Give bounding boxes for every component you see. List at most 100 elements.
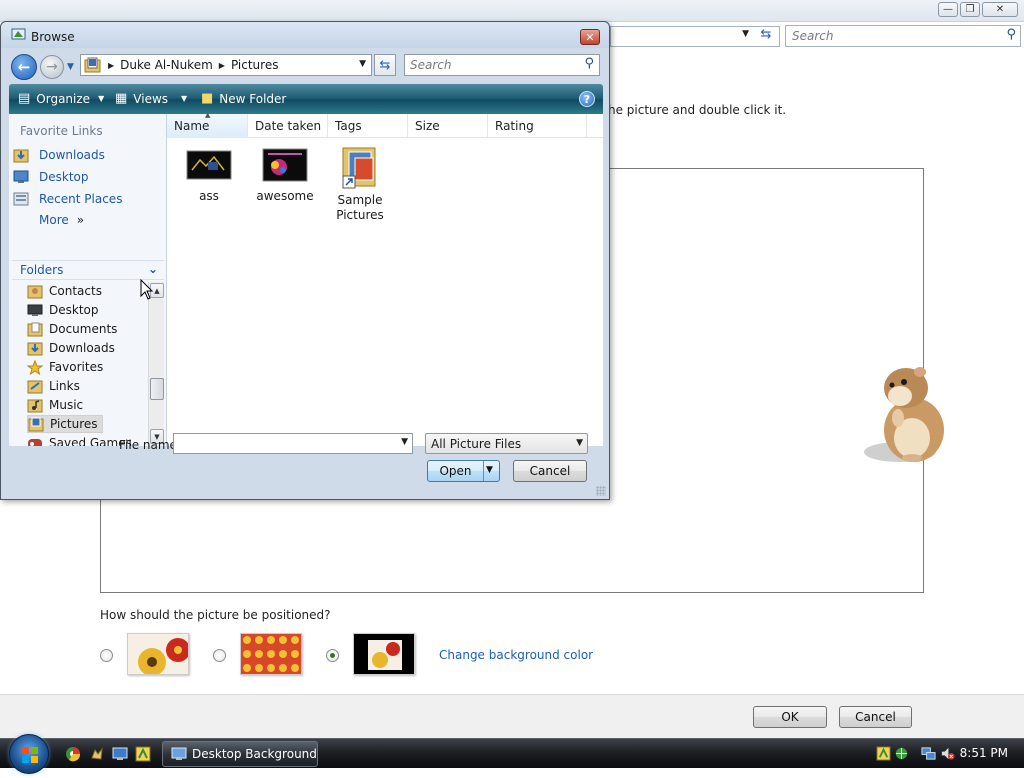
minimize-button[interactable]: — [938, 2, 958, 17]
chevron-down-icon: ▼ [98, 94, 105, 103]
help-icon[interactable]: ? [579, 91, 595, 107]
breadcrumb-user[interactable]: Duke Al-Nukem [120, 58, 213, 72]
folders-header[interactable]: Folders ⌄ [12, 260, 164, 280]
address-dropdown-icon[interactable]: ▼ [742, 29, 749, 39]
volume-muted-icon[interactable] [940, 746, 955, 761]
scrollbar-thumb[interactable] [150, 378, 164, 400]
chevron-down-icon: ▼ [181, 94, 188, 103]
position-center-radio[interactable] [326, 649, 339, 662]
column-label: Name [174, 119, 210, 133]
search-placeholder: Search [410, 58, 452, 72]
tree-item-desktop[interactable]: Desktop [27, 301, 103, 319]
new-folder-icon: ■ [201, 91, 214, 106]
cancel-button[interactable]: Cancel [839, 706, 912, 728]
documents-folder-icon [27, 322, 43, 336]
favorite-downloads[interactable]: Downloads [13, 147, 105, 163]
refresh-icon[interactable]: ⇆ [374, 54, 396, 76]
column-header-rating[interactable]: Rating [488, 114, 587, 138]
breadcrumb-separator-icon[interactable]: ▶ [219, 61, 225, 70]
restore-button[interactable]: ❐ [960, 2, 980, 17]
desktop-background-icon [171, 747, 187, 760]
browse-window-icon [11, 28, 26, 40]
search-icon[interactable]: ⚲ [584, 56, 594, 71]
position-fit-radio[interactable] [100, 649, 113, 662]
organize-menu[interactable]: ▤ Organize ▼ [18, 91, 104, 106]
system-clock[interactable]: 8:51 PM [960, 746, 1008, 760]
search-icon[interactable]: ⚲ [1006, 27, 1016, 42]
forward-arrow-icon[interactable]: → [40, 55, 64, 79]
folder-shortcut-icon [342, 147, 376, 189]
chevron-down-icon[interactable]: ▼ [401, 437, 408, 447]
favorite-desktop[interactable]: Desktop [13, 169, 89, 185]
tree-item-contacts[interactable]: Contacts [27, 282, 106, 300]
file-label: ass [199, 189, 219, 203]
tree-item-documents[interactable]: Documents [27, 320, 121, 338]
dialog-close-button[interactable]: ✕ [580, 29, 600, 45]
command-toolbar: ▤ Organize ▼ ▦ Views ▼ ■ New Folder ? [9, 84, 603, 114]
position-tile-thumbnail[interactable] [240, 633, 302, 675]
address-dropdown-icon[interactable]: ▼ [359, 59, 366, 69]
ok-button[interactable]: OK [753, 706, 827, 728]
file-item-sample-pictures[interactable]: Sample Pictures [327, 144, 393, 223]
taskbar-button-desktop-background[interactable]: Desktop Background [162, 741, 318, 767]
position-fit-thumbnail[interactable] [127, 633, 189, 675]
tree-item-downloads[interactable]: Downloads [27, 339, 119, 357]
chevron-down-icon[interactable]: ⌄ [148, 262, 158, 276]
tree-item-label: Links [49, 379, 80, 393]
change-background-color-link[interactable]: Change background color [439, 648, 593, 662]
search-input[interactable]: Search ⚲ [785, 25, 1021, 47]
views-menu[interactable]: ▦ Views ▼ [115, 91, 187, 106]
open-button[interactable]: Open ▼ [427, 460, 500, 482]
tree-item-label: Downloads [49, 341, 115, 355]
breadcrumb-pictures[interactable]: Pictures [231, 58, 279, 72]
folder-tree-scrollbar[interactable]: ▲ ▼ [148, 282, 164, 446]
tree-item-label: Desktop [49, 303, 99, 317]
gnome-icon[interactable] [89, 746, 105, 762]
tray-app-icon[interactable] [876, 746, 891, 761]
file-item-ass[interactable]: ass [176, 148, 242, 203]
show-desktop-icon[interactable] [112, 746, 128, 762]
favorite-more[interactable]: More » [39, 213, 84, 227]
column-header-tags[interactable]: Tags [328, 114, 408, 138]
search-input[interactable]: Search ⚲ [404, 54, 600, 76]
resize-grip-icon[interactable] [596, 486, 606, 496]
column-header-name[interactable]: ▲ Name [167, 111, 248, 138]
breadcrumb-separator-icon[interactable]: ▶ [108, 61, 114, 70]
favorite-label: More [39, 213, 69, 227]
file-name-input[interactable]: ▼ [173, 433, 413, 454]
dialog-cancel-button[interactable]: Cancel [513, 460, 587, 482]
browser-icon[interactable] [65, 746, 81, 762]
instruction-text: he picture and double click it. [608, 103, 787, 117]
back-arrow-icon[interactable]: ← [11, 54, 37, 80]
column-label: Tags [335, 119, 362, 133]
start-button[interactable] [9, 734, 49, 774]
tree-item-music[interactable]: Music [27, 396, 87, 414]
network-icon[interactable] [921, 746, 936, 761]
new-folder-button[interactable]: ■ New Folder [201, 91, 286, 106]
open-dropdown-icon[interactable]: ▼ [486, 465, 493, 475]
chevron-down-icon[interactable]: ▼ [576, 438, 583, 448]
file-type-select[interactable]: All Picture Files ▼ [425, 433, 588, 454]
close-button[interactable]: ✕ [982, 2, 1018, 17]
refresh-icon[interactable]: ⇆ [755, 27, 777, 46]
column-header-size[interactable]: Size [408, 114, 488, 138]
file-list-pane[interactable]: ▲ Name Date taken Tags Size Rating ass a… [167, 111, 603, 446]
pictures-folder-icon [84, 57, 101, 73]
file-item-awesome[interactable]: awesome [252, 148, 318, 203]
views-icon: ▦ [115, 91, 128, 106]
tree-item-links[interactable]: Links [27, 377, 84, 395]
organize-icon: ▤ [18, 91, 31, 106]
favorite-recent-places[interactable]: Recent Places [13, 191, 122, 207]
tray-network-globe-icon[interactable] [894, 746, 909, 761]
position-tile-radio[interactable] [213, 649, 226, 662]
switch-windows-icon[interactable] [135, 746, 151, 762]
column-header-date-taken[interactable]: Date taken [248, 114, 328, 138]
window-titlebar: — ❐ ✕ [0, 0, 1024, 22]
tree-item-favorites[interactable]: Favorites [27, 358, 107, 376]
file-type-value: All Picture Files [431, 437, 522, 451]
history-dropdown-icon[interactable]: ▼ [67, 62, 74, 72]
breadcrumb[interactable]: ▶ Duke Al-Nukem ▶ Pictures ▼ [80, 54, 372, 76]
position-center-thumbnail[interactable] [353, 633, 415, 675]
dialog-titlebar[interactable]: Browse ✕ [1, 22, 609, 48]
tree-item-pictures[interactable]: Pictures [27, 415, 103, 433]
